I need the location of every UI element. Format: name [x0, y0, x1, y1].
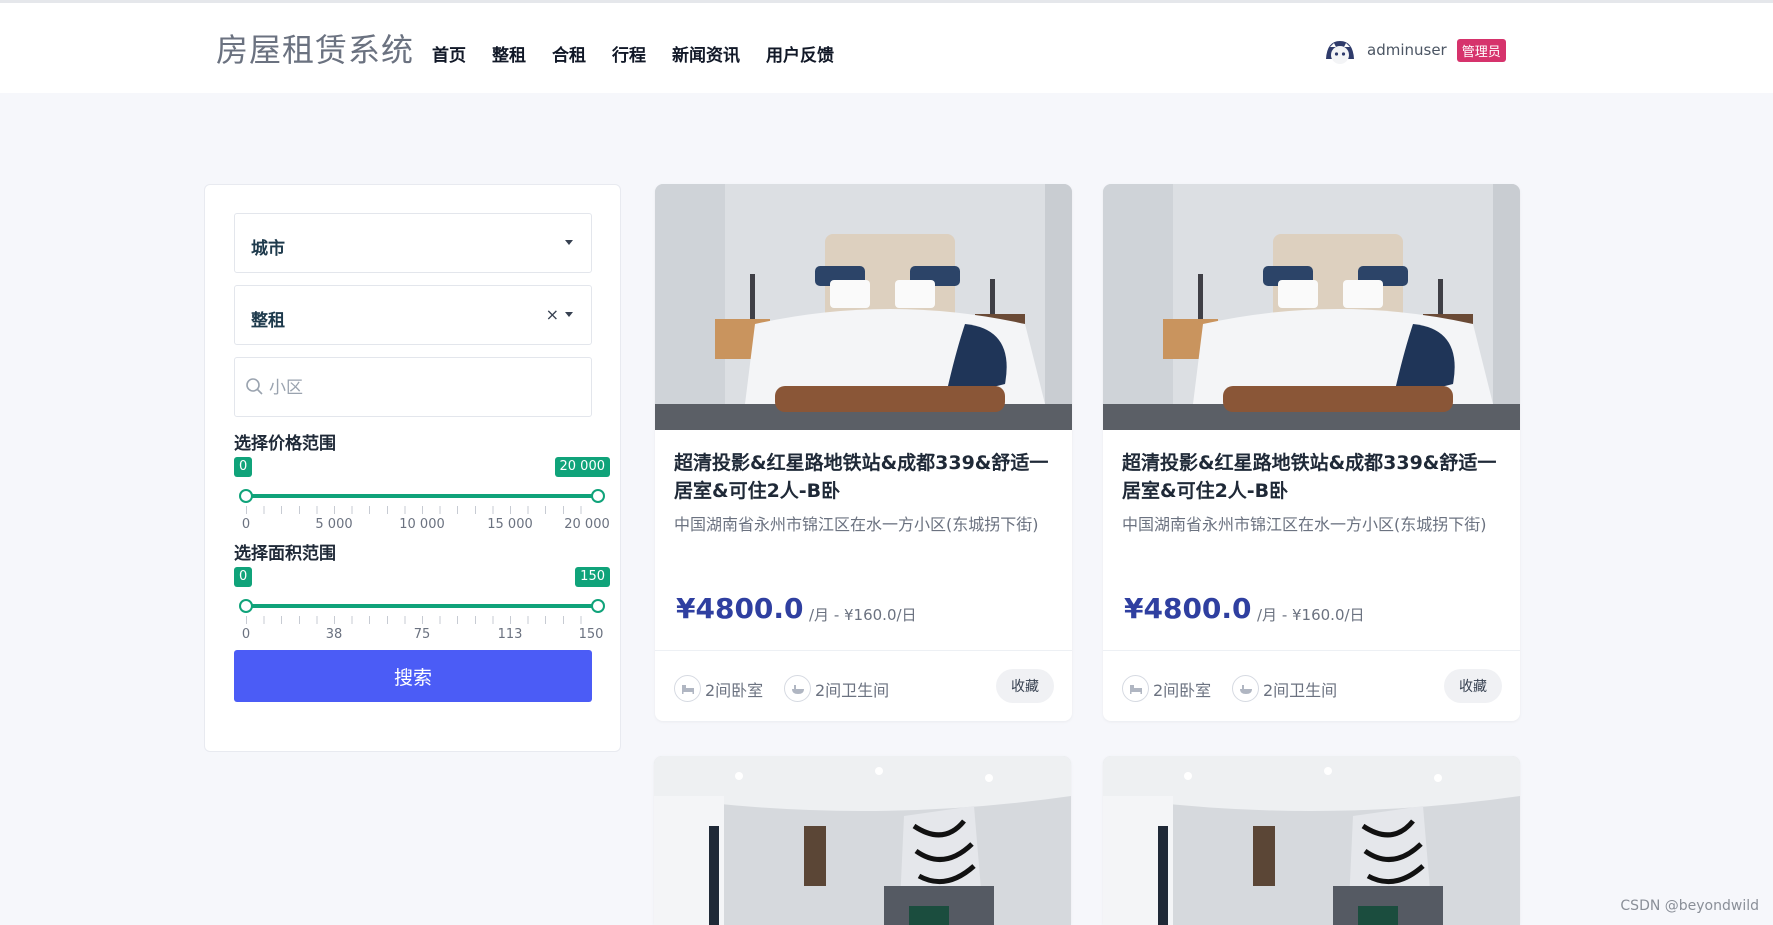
watermark: CSDN @beyondwild [1620, 898, 1759, 914]
nav-news[interactable]: 新闻资讯 [672, 41, 740, 66]
area-min-handle[interactable] [239, 599, 253, 613]
area-range-title: 选择面积范围 [234, 544, 336, 564]
bathroom-count: 2间卫生间 [784, 675, 889, 702]
bathroom-count-label: 2间卫生间 [1263, 680, 1338, 700]
rent-type-select-value: 整租 [251, 311, 285, 331]
user-menu[interactable]: adminuser 管理员 [1323, 33, 1506, 67]
nav-trips[interactable]: 行程 [612, 41, 646, 66]
area-range-slider[interactable]: 0 150 0 38 75 113 150 [234, 567, 610, 647]
username: adminuser [1367, 41, 1447, 59]
price-range-slider[interactable]: 0 20 000 0 5 000 10 000 15 000 20 000 [234, 457, 610, 537]
area-scale-ticks [246, 616, 598, 624]
listing-card-partial[interactable] [1103, 756, 1520, 925]
listing-address: 中国湖南省永州市锦江区在水一方小区(东城拐下街) [674, 515, 1039, 534]
listing-photo-bedroom[interactable] [655, 184, 1072, 430]
main-nav: 首页 整租 合租 行程 新闻资讯 用户反馈 [432, 41, 834, 66]
area-scale-label: 150 [578, 627, 604, 642]
price-range-title: 选择价格范围 [234, 434, 336, 454]
site-header: 房屋租赁系统 首页 整租 合租 行程 新闻资讯 用户反馈 adminuser 管… [0, 3, 1773, 93]
area-max-bubble: 150 [575, 567, 610, 587]
listing-price-detail: /月 - ¥160.0/日 [809, 606, 917, 624]
area-min-bubble: 0 [234, 567, 253, 587]
city-select-value: 城市 [251, 239, 285, 259]
area-scale-label: 113 [497, 627, 523, 642]
bathtub-icon [784, 675, 811, 702]
site-brand[interactable]: 房屋租赁系统 [216, 25, 414, 71]
price-range-track [246, 494, 598, 498]
bedroom-count: 2间卧室 [674, 675, 763, 702]
price-scale-label: 5 000 [315, 517, 353, 532]
listing-card[interactable]: 超清投影&红星路地铁站&成都339&舒适一居室&可住2人-B卧 中国湖南省永州市… [1103, 184, 1520, 721]
listing-photo-bedroom[interactable] [1103, 184, 1520, 430]
search-button[interactable]: 搜索 [234, 650, 592, 702]
search-icon [246, 378, 263, 395]
city-select[interactable]: 城市 [234, 213, 592, 273]
price-max-bubble: 20 000 [554, 457, 610, 477]
area-scale-label: 75 [413, 627, 431, 642]
nav-whole-rent[interactable]: 整租 [492, 41, 526, 66]
price-scale-ticks [246, 506, 598, 514]
card-divider [655, 650, 1072, 651]
listing-photo-bedroom[interactable] [1103, 756, 1520, 925]
bedroom-count-label: 2间卧室 [705, 680, 764, 700]
rent-type-select[interactable]: 整租 × [234, 285, 592, 345]
role-badge: 管理员 [1456, 38, 1506, 62]
nav-feedback[interactable]: 用户反馈 [766, 41, 834, 66]
area-range-track [246, 604, 598, 608]
bed-icon [1122, 675, 1149, 702]
clear-icon[interactable]: × [546, 305, 559, 324]
bathroom-count-label: 2间卫生间 [815, 680, 890, 700]
filter-panel: 城市 整租 × 选择价格范围 0 20 000 0 5 000 10 000 1… [204, 184, 621, 752]
listing-photo-bedroom[interactable] [654, 756, 1071, 925]
area-scale-label: 38 [325, 627, 343, 642]
listing-price: ¥4800.0 [1124, 592, 1252, 625]
price-max-handle[interactable] [591, 489, 605, 503]
nav-shared-rent[interactable]: 合租 [552, 41, 586, 66]
bathroom-count: 2间卫生间 [1232, 675, 1337, 702]
listing-title[interactable]: 超清投影&红星路地铁站&成都339&舒适一居室&可住2人-B卧 [1122, 449, 1507, 505]
price-scale-label: 10 000 [399, 517, 445, 532]
bedroom-count: 2间卧室 [1122, 675, 1211, 702]
listing-title[interactable]: 超清投影&红星路地铁站&成都339&舒适一居室&可住2人-B卧 [674, 449, 1059, 505]
listing-price: ¥4800.0 [676, 592, 804, 625]
bed-icon [674, 675, 701, 702]
listing-address: 中国湖南省永州市锦江区在水一方小区(东城拐下街) [1122, 515, 1487, 534]
chevron-down-icon [565, 240, 573, 245]
listing-card-partial[interactable] [654, 756, 1071, 925]
card-divider [1103, 650, 1520, 651]
price-min-handle[interactable] [239, 489, 253, 503]
price-scale-label: 20 000 [564, 517, 610, 532]
nav-home[interactable]: 首页 [432, 41, 466, 66]
area-scale-label: 0 [241, 627, 251, 642]
bathtub-icon [1232, 675, 1259, 702]
price-min-bubble: 0 [234, 457, 253, 477]
listing-card[interactable]: 超清投影&红星路地铁站&成都339&舒适一居室&可住2人-B卧 中国湖南省永州市… [655, 184, 1072, 721]
favorite-button[interactable]: 收藏 [1444, 669, 1502, 703]
favorite-button[interactable]: 收藏 [996, 669, 1054, 703]
price-scale-label: 0 [241, 517, 251, 532]
community-search [234, 357, 592, 417]
avatar [1323, 33, 1357, 67]
community-input[interactable] [269, 370, 569, 406]
bedroom-count-label: 2间卧室 [1153, 680, 1212, 700]
listing-price-detail: /月 - ¥160.0/日 [1257, 606, 1365, 624]
area-max-handle[interactable] [591, 599, 605, 613]
price-scale-label: 15 000 [487, 517, 533, 532]
chevron-down-icon [565, 312, 573, 317]
